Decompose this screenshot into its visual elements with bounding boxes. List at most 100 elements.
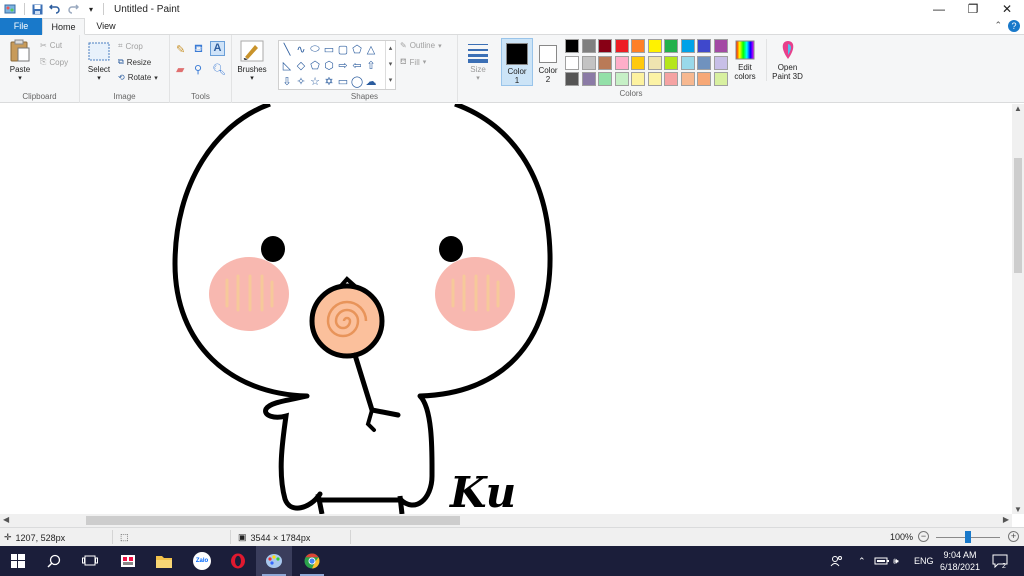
palette-swatch[interactable] [631, 72, 645, 86]
save-icon[interactable] [29, 1, 45, 17]
scroll-right-icon[interactable]: ▶ [1003, 515, 1009, 524]
six-point-star-shape-icon[interactable]: ✡ [322, 74, 336, 88]
hexagon-shape-icon[interactable]: ⬡ [322, 58, 336, 72]
paint-app-icon[interactable] [2, 1, 18, 17]
palette-swatch[interactable] [614, 39, 629, 53]
palette-swatch[interactable] [697, 39, 711, 53]
palette-swatch[interactable] [647, 72, 662, 86]
palette-swatch[interactable] [647, 39, 662, 53]
palette-swatch[interactable] [697, 55, 711, 70]
right-triangle-shape-icon[interactable]: ◺ [280, 58, 294, 72]
redo-icon[interactable] [65, 1, 81, 17]
right-arrow-shape-icon[interactable]: ⇨ [336, 58, 350, 72]
palette-swatch[interactable] [598, 55, 612, 70]
palette-swatch[interactable] [713, 55, 728, 70]
brushes-button[interactable]: Brushes ▾ [234, 39, 270, 82]
palette-swatch[interactable] [631, 55, 645, 70]
crop-button[interactable]: ⌗ Crop [118, 41, 143, 51]
search-button[interactable] [36, 546, 72, 576]
polygon-shape-icon[interactable]: ⬠ [350, 42, 364, 56]
palette-swatch[interactable] [680, 55, 695, 70]
rounded-callout-shape-icon[interactable]: ▭ [336, 74, 350, 88]
people-icon[interactable] [830, 546, 844, 576]
undo-icon[interactable] [47, 1, 63, 17]
tab-view[interactable]: View [86, 18, 126, 35]
copy-button[interactable]: ⎘ Copy [40, 57, 68, 67]
palette-swatch[interactable] [598, 39, 612, 53]
left-arrow-shape-icon[interactable]: ⇦ [350, 58, 364, 72]
close-button[interactable]: ✕ [990, 0, 1024, 18]
rectangle-shape-icon[interactable]: ▭ [322, 42, 336, 56]
palette-swatch[interactable] [697, 72, 711, 86]
eraser-icon[interactable]: ▰ [176, 63, 184, 76]
taskbar-opera[interactable] [220, 546, 256, 576]
text-tool-icon[interactable]: A [210, 41, 225, 56]
taskbar-file-explorer[interactable] [146, 546, 182, 576]
diamond-shape-icon[interactable]: ◇ [294, 58, 308, 72]
rounded-rectangle-shape-icon[interactable]: ▢ [336, 42, 350, 56]
minimize-button[interactable]: — [922, 0, 956, 18]
select-button[interactable]: Select ▾ [84, 41, 114, 82]
resize-button[interactable]: ⧉ Resize [118, 57, 151, 67]
taskbar-paint[interactable] [256, 546, 292, 576]
line-shape-icon[interactable]: ╲ [280, 42, 294, 56]
action-center-button[interactable]: 2 [992, 546, 1014, 576]
battery-icon[interactable] [874, 546, 890, 576]
zoom-in-button[interactable]: + [1008, 531, 1019, 542]
palette-swatch[interactable] [614, 72, 629, 86]
palette-swatch[interactable] [565, 39, 579, 53]
palette-swatch[interactable] [565, 55, 579, 70]
paste-button[interactable]: Paste ▾ [4, 39, 36, 82]
pencil-icon[interactable]: ✎ [176, 43, 185, 56]
restore-button[interactable]: ❐ [956, 0, 990, 18]
five-point-star-shape-icon[interactable]: ☆ [308, 74, 322, 88]
cloud-callout-shape-icon[interactable]: ☁ [364, 74, 378, 88]
scroll-down-icon[interactable]: ▼ [1014, 505, 1022, 514]
triangle-shape-icon[interactable]: △ [364, 42, 378, 56]
color2-button[interactable]: Color 2 [534, 38, 562, 86]
oval-callout-shape-icon[interactable]: ◯ [350, 74, 364, 88]
scroll-left-icon[interactable]: ◀ [3, 515, 9, 524]
palette-swatch[interactable] [664, 39, 678, 53]
fill-bucket-icon[interactable]: ⛾ [194, 43, 203, 57]
palette-swatch[interactable] [664, 72, 678, 86]
color1-button[interactable]: Color 1 [501, 38, 533, 86]
rotate-button[interactable]: ⟲ Rotate ▾ [118, 73, 158, 82]
zoom-out-button[interactable]: − [918, 531, 929, 542]
four-point-star-shape-icon[interactable]: ✧ [294, 74, 308, 88]
palette-swatch[interactable] [598, 72, 612, 86]
language-indicator[interactable]: ENG [914, 546, 934, 576]
size-button[interactable]: Size ▾ [462, 41, 494, 82]
palette-swatch[interactable] [631, 39, 645, 53]
down-arrow-shape-icon[interactable]: ⇩ [280, 74, 294, 88]
curve-shape-icon[interactable]: ∿ [294, 42, 308, 56]
tab-home[interactable]: Home [42, 18, 85, 35]
fill-button[interactable]: ⛾ Fill ▾ [400, 57, 426, 67]
palette-swatch[interactable] [713, 72, 728, 86]
drawing-canvas[interactable]: Ku [0, 104, 1012, 514]
palette-swatch[interactable] [647, 55, 662, 70]
shapes-scroll-icon[interactable]: ▴ ▾ ▾ [385, 41, 395, 89]
scroll-up-icon[interactable]: ▲ [1014, 104, 1022, 113]
up-arrow-shape-icon[interactable]: ⇧ [364, 58, 378, 72]
collapse-ribbon-icon[interactable]: ⌃ [994, 20, 1002, 31]
color-picker-icon[interactable]: ⚲ [194, 63, 202, 76]
clock[interactable]: 9:04 AM 6/18/2021 [936, 549, 984, 573]
palette-swatch[interactable] [713, 39, 728, 53]
start-button[interactable] [0, 546, 36, 576]
taskbar-zalo[interactable]: Zalo [184, 546, 220, 576]
horizontal-scrollbar[interactable]: ◀ ▶ [0, 514, 1012, 527]
volume-icon[interactable]: 🕪︎ [893, 546, 899, 576]
taskbar-app-snip[interactable] [110, 546, 146, 576]
tab-file[interactable]: File [0, 18, 42, 35]
help-icon[interactable]: ? [1008, 20, 1020, 32]
palette-swatch[interactable] [614, 55, 629, 70]
horizontal-scroll-thumb[interactable] [86, 516, 460, 525]
outline-button[interactable]: ✎ Outline ▾ [400, 41, 442, 50]
zoom-slider-thumb[interactable] [965, 531, 971, 543]
magnifier-icon[interactable]: 🔍︎ [212, 63, 226, 76]
palette-swatch[interactable] [680, 72, 695, 86]
palette-swatch[interactable] [565, 72, 579, 86]
shapes-gallery[interactable]: ╲ ∿ ⬭ ▭ ▢ ⬠ △ ◺ ◇ ⬠ ⬡ ⇨ ⇦ ⇧ ⇩ ✧ ☆ ✡ ▭ ◯ … [278, 40, 396, 90]
edit-colors-button[interactable]: Edit colors [728, 39, 762, 81]
